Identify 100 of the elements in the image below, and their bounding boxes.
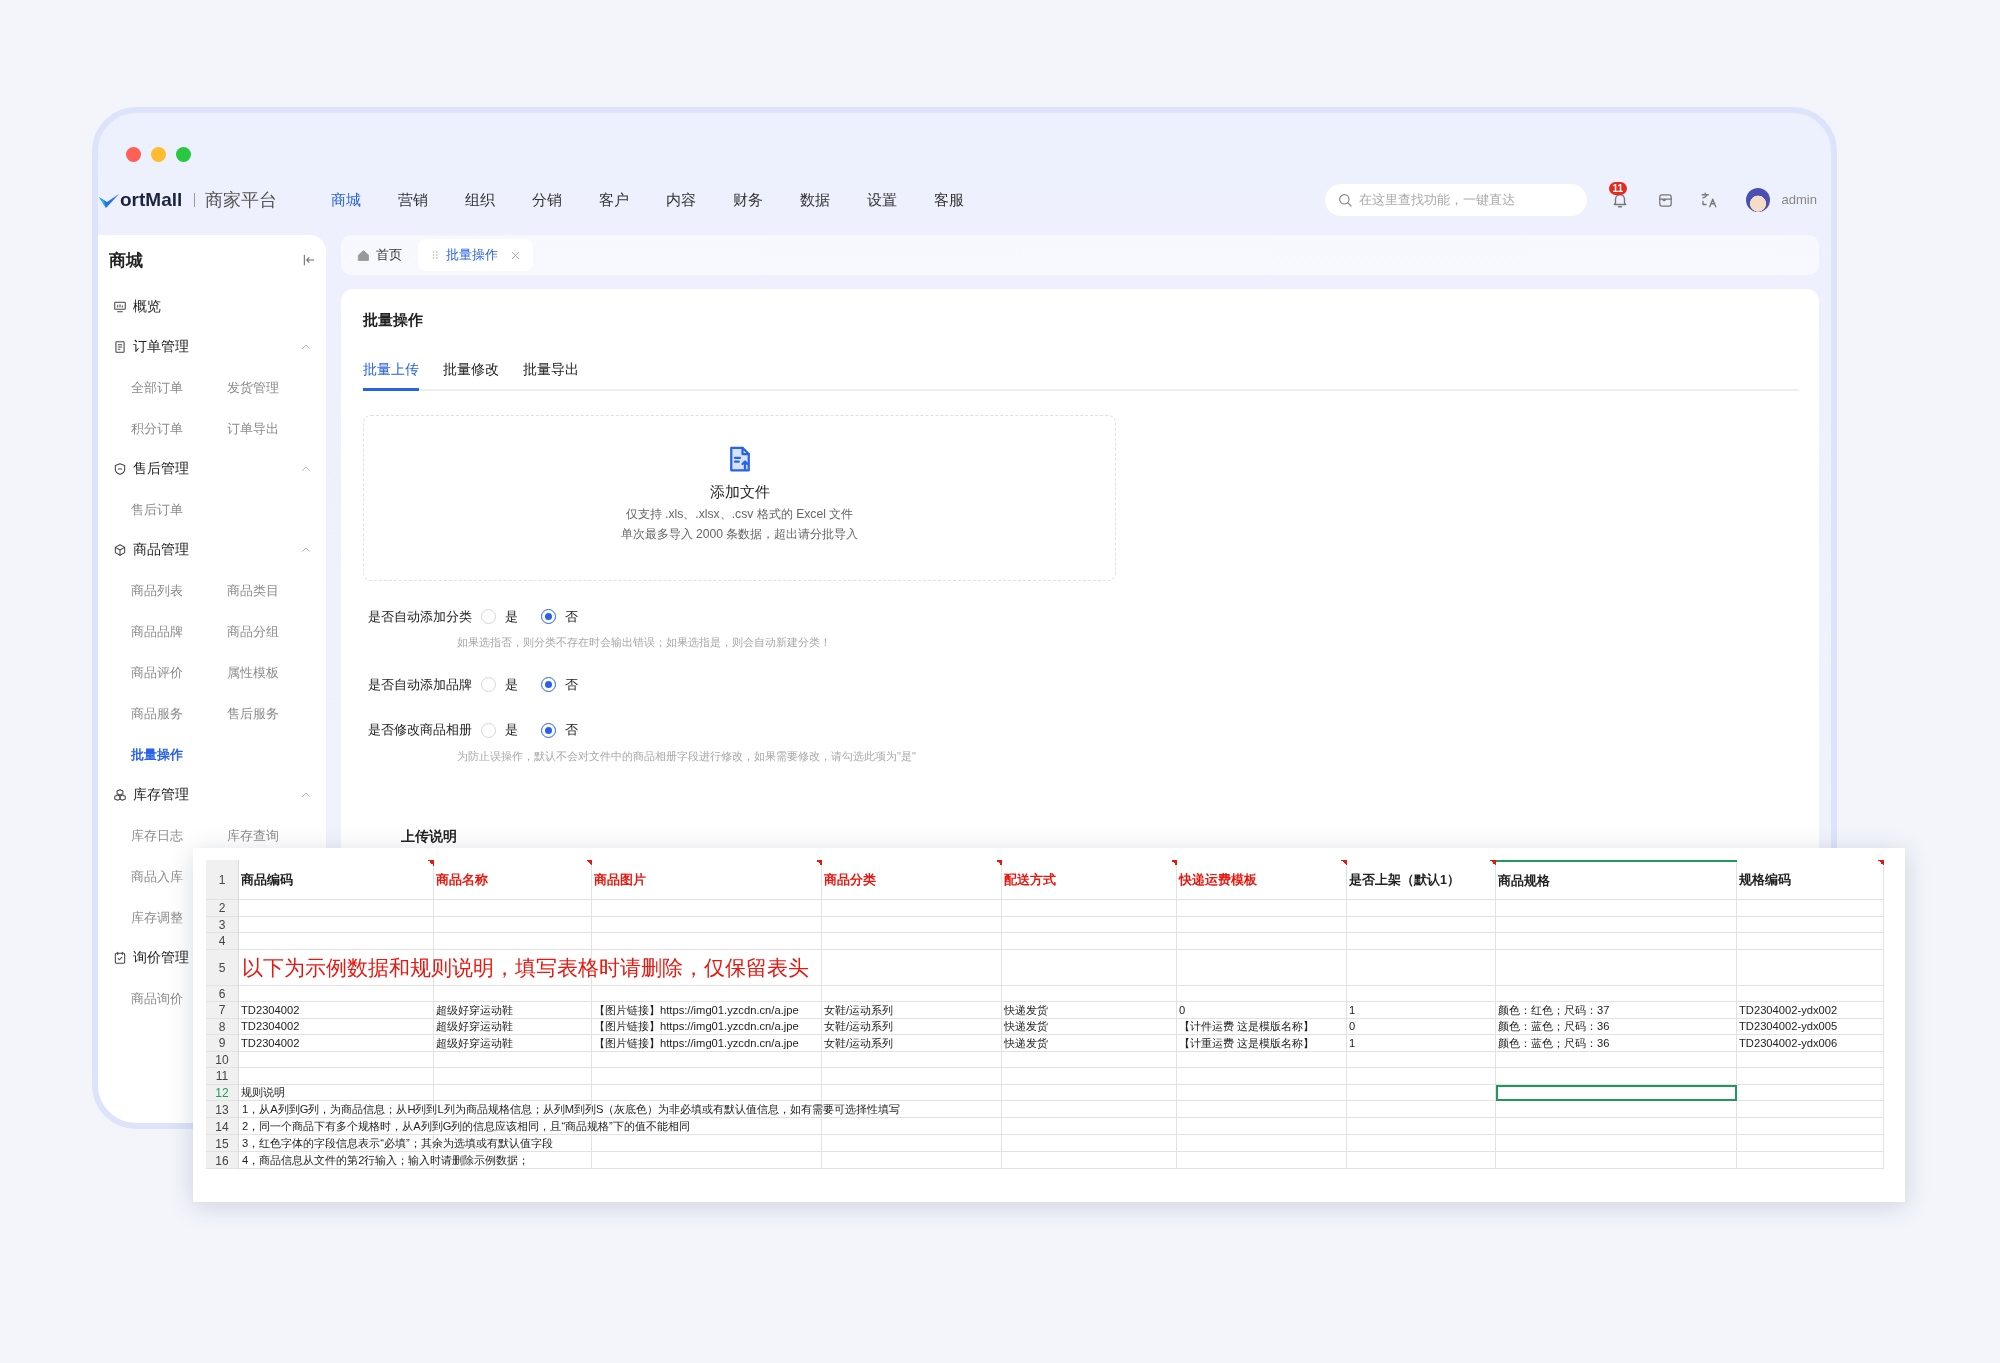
- row-number[interactable]: 16: [206, 1152, 239, 1169]
- tab[interactable]: 批量上传: [363, 359, 419, 391]
- close-icon[interactable]: [510, 249, 521, 261]
- cube-icon: [113, 543, 127, 557]
- row-number[interactable]: 4: [206, 933, 239, 950]
- nav-item[interactable]: 客户: [599, 188, 630, 212]
- nav-item[interactable]: 财务: [733, 188, 764, 212]
- column-header[interactable]: 商品名称: [434, 860, 592, 900]
- row-number[interactable]: 8: [206, 1018, 239, 1035]
- nav-item[interactable]: 设置: [867, 188, 898, 212]
- window-control[interactable]: [176, 147, 191, 162]
- sidebar-item[interactable]: 商品列表: [131, 580, 183, 601]
- selected-cell[interactable]: [1496, 1084, 1737, 1101]
- sidebar-group[interactable]: 售后管理: [133, 458, 189, 480]
- table-cell-text: 1: [1348, 1002, 1357, 1018]
- row-number[interactable]: 9: [206, 1035, 239, 1052]
- sidebar-group[interactable]: 商品管理: [133, 539, 189, 561]
- section-title: 上传说明: [401, 827, 458, 847]
- radio-option[interactable]: 是: [481, 720, 518, 740]
- row-number[interactable]: 6: [206, 985, 239, 1002]
- row-number[interactable]: 7: [206, 1002, 239, 1019]
- sidebar-item[interactable]: 批量操作: [131, 744, 183, 765]
- sidebar-item[interactable]: 发货管理: [227, 377, 279, 398]
- notification-badge: 11: [1608, 182, 1628, 195]
- boxes-icon: [113, 788, 127, 802]
- upload-hint: 单次最多导入 2000 条数据，超出请分批导入: [620, 525, 859, 543]
- upload-area[interactable]: 添加文件 仅支持 .xls、.xlsx、.csv 格式的 Excel 文件 单次最多导入 2000 条数据，超出请分批导入: [363, 414, 1116, 581]
- sidebar-item[interactable]: 商品服务: [131, 703, 183, 724]
- window-control[interactable]: [126, 147, 141, 162]
- sidebar-group[interactable]: 询价管理: [133, 947, 189, 969]
- page-tab[interactable]: 批量操作: [418, 239, 533, 271]
- nav-item[interactable]: 营销: [398, 188, 429, 212]
- sidebar-item[interactable]: 商品分组: [227, 621, 279, 642]
- sidebar-item[interactable]: 商品入库: [131, 866, 183, 887]
- tab[interactable]: 批量导出: [523, 359, 579, 391]
- column-header[interactable]: 商品分类: [822, 860, 1002, 900]
- radio-option[interactable]: 否: [541, 606, 578, 627]
- sidebar-item[interactable]: 商品评价: [131, 662, 183, 683]
- sidebar-item[interactable]: 库存查询: [227, 825, 279, 846]
- translate-icon[interactable]: [1699, 191, 1718, 209]
- tab[interactable]: 批量修改: [443, 359, 499, 391]
- radio-option[interactable]: 是: [481, 606, 518, 627]
- table-cell-text: 【图片链接】https://img01.yzcdn.cn/a.jpe: [593, 1019, 800, 1035]
- radio-option[interactable]: 否: [541, 674, 578, 695]
- sidebar-group[interactable]: 订单管理: [133, 336, 189, 358]
- nav-item[interactable]: 内容: [666, 188, 697, 212]
- note-text: 2，同一个商品下有多个规格时，从A列到G列的信息应该相同，且“商品规格”下的值不能相同: [241, 1119, 691, 1135]
- row-number[interactable]: 1: [206, 860, 239, 900]
- sidebar-item[interactable]: 商品类目: [227, 580, 279, 601]
- nav-item[interactable]: 商城: [331, 188, 362, 212]
- avatar[interactable]: [1745, 188, 1770, 212]
- column-header[interactable]: 是否上架（默认1）: [1347, 860, 1496, 900]
- row-number[interactable]: 11: [206, 1068, 239, 1085]
- sidebar-group[interactable]: 概览: [133, 296, 161, 318]
- upload-title: 添加文件: [709, 482, 770, 502]
- sidebar-group[interactable]: 库存管理: [133, 784, 189, 806]
- collapse-icon[interactable]: [302, 253, 316, 267]
- page-tab[interactable]: 首页: [345, 239, 414, 271]
- store-icon[interactable]: [1656, 191, 1674, 209]
- sidebar-item[interactable]: 积分订单: [131, 418, 183, 439]
- table-cell-text: 【图片链接】https://img01.yzcdn.cn/a.jpe: [593, 1002, 800, 1018]
- option-label: 是否自动添加分类: [368, 607, 472, 626]
- row-number[interactable]: 5: [206, 949, 239, 986]
- column-header[interactable]: 配送方式: [1002, 860, 1177, 900]
- shield-icon: [113, 462, 127, 476]
- nav-item[interactable]: 数据: [800, 188, 831, 212]
- sidebar-item[interactable]: 库存调整: [131, 907, 183, 928]
- sidebar-item[interactable]: 库存日志: [131, 825, 183, 846]
- nav-item[interactable]: 分销: [532, 188, 563, 212]
- page-title: 批量操作: [363, 310, 424, 330]
- radio-option[interactable]: 是: [481, 674, 518, 695]
- row-number[interactable]: 3: [206, 916, 239, 933]
- note-text: 3，红色字体的字段信息表示“必填”；其余为选填或有默认值字段: [241, 1136, 554, 1152]
- column-header[interactable]: 商品规格: [1496, 860, 1737, 900]
- row-number[interactable]: 14: [206, 1118, 239, 1135]
- sidebar-item[interactable]: 售后订单: [131, 499, 183, 520]
- platform-name: 商家平台: [194, 193, 278, 207]
- sidebar-item[interactable]: 售后服务: [227, 703, 279, 724]
- sidebar-item[interactable]: 属性模板: [227, 662, 279, 683]
- row-number[interactable]: 2: [206, 900, 239, 917]
- row-number[interactable]: 10: [206, 1051, 239, 1068]
- nav-item[interactable]: 组织: [465, 188, 496, 212]
- sidebar-item[interactable]: 商品品牌: [131, 621, 183, 642]
- row-number[interactable]: 13: [206, 1101, 239, 1118]
- window-control[interactable]: [151, 147, 166, 162]
- table-cell-text: 快递发货: [1003, 1019, 1049, 1035]
- banner-text: 以下为示例数据和规则说明，填写表格时请删除，仅保留表头: [241, 954, 810, 981]
- sidebar-item[interactable]: 订单导出: [227, 418, 279, 439]
- radio-option[interactable]: 否: [541, 720, 578, 740]
- column-header[interactable]: 规格编码: [1737, 860, 1884, 900]
- nav-item[interactable]: 客服: [934, 188, 965, 212]
- column-header[interactable]: 商品图片: [592, 860, 822, 900]
- row-number[interactable]: 15: [206, 1135, 239, 1152]
- sidebar-item[interactable]: 全部订单: [131, 377, 183, 398]
- table-cell-text: 0: [1178, 1002, 1187, 1018]
- table-cell-text: TD2304002: [240, 1019, 301, 1035]
- table-cell-text: 超级好穿运动鞋: [435, 1035, 514, 1051]
- column-header[interactable]: 商品编码: [239, 860, 434, 900]
- sidebar-item[interactable]: 商品询价: [131, 988, 183, 1009]
- column-header[interactable]: 快递运费模板: [1177, 860, 1347, 900]
